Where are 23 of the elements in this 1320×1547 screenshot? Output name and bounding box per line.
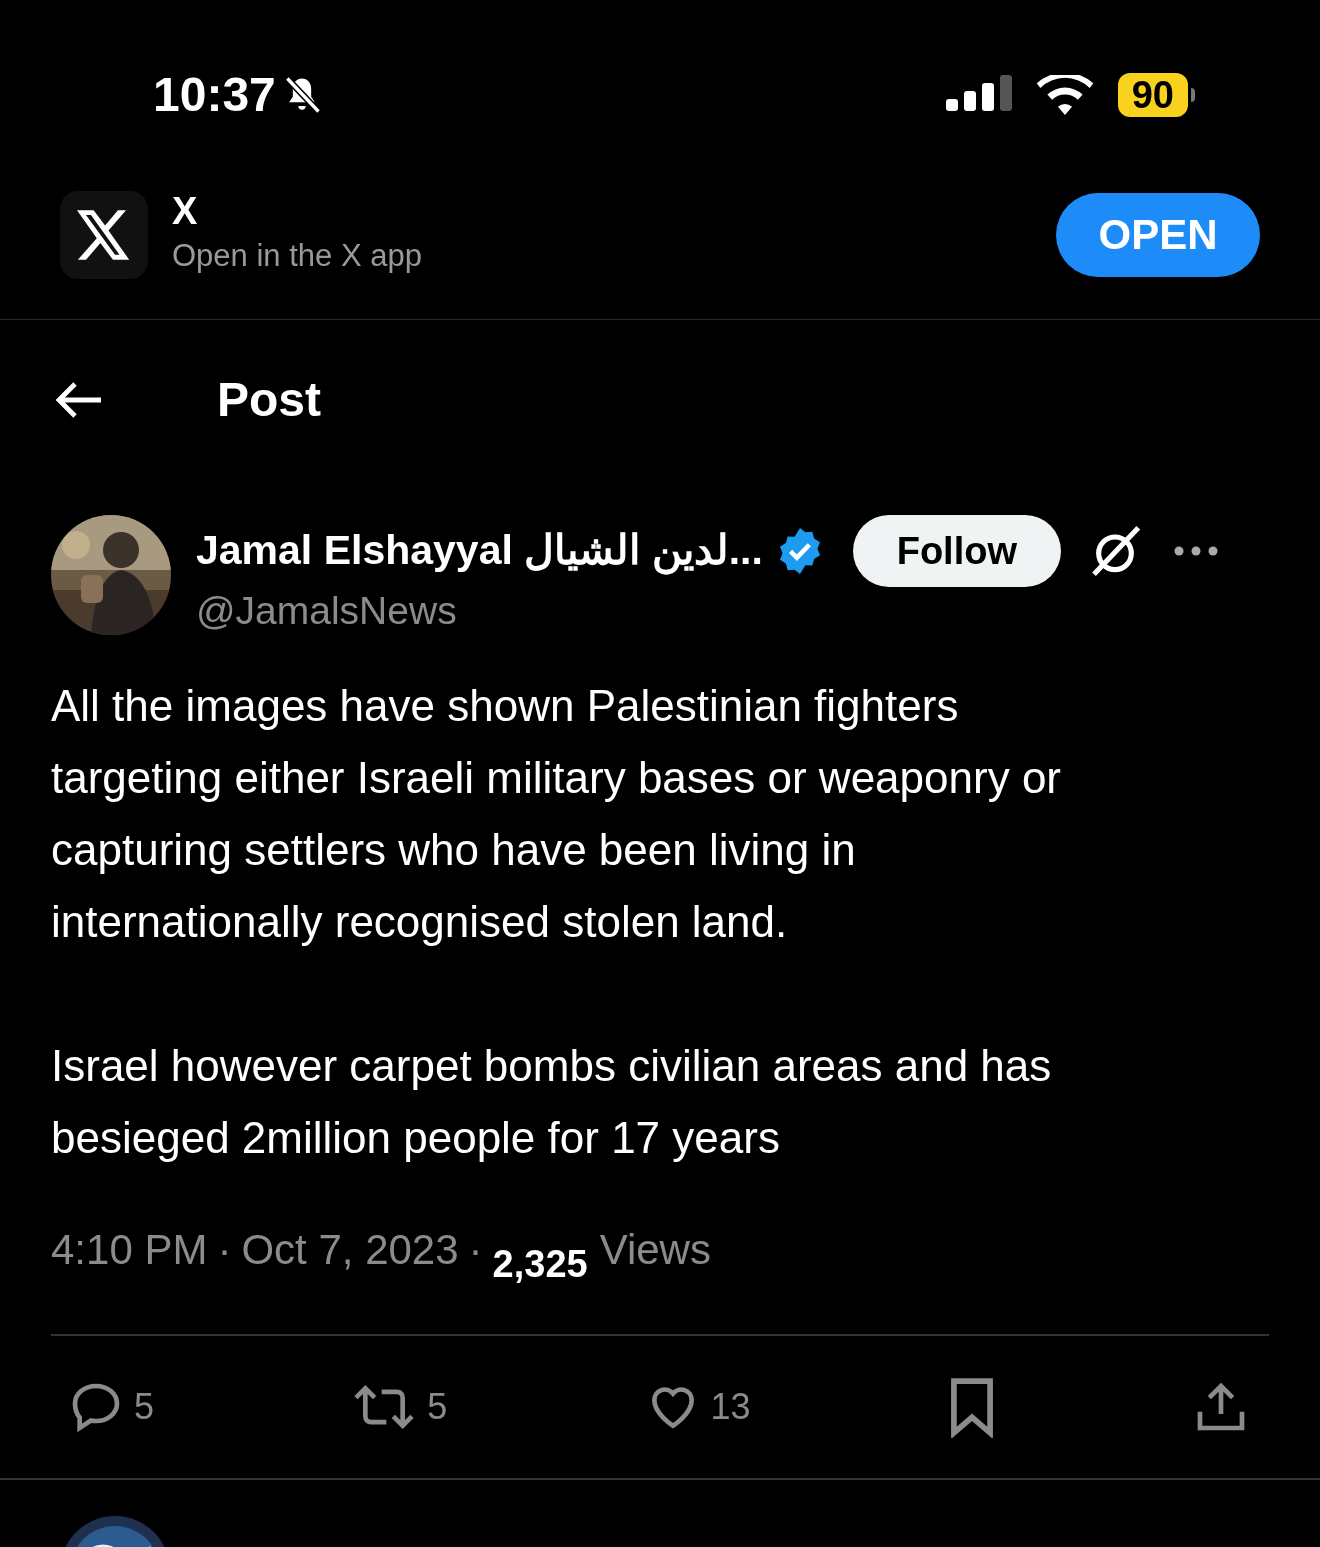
post-text: Israel however carpet bombs civilian areas and has besieged 2million people for 17 years: [51, 1040, 1053, 1164]
author-name[interactable]: Jamal Elshayyal لدين الشيال...: [196, 520, 763, 582]
action-count: 13: [710, 1385, 751, 1429]
action-count: 5: [427, 1385, 448, 1429]
more-options-icon[interactable]: [1172, 545, 1219, 557]
post-time: 4:10 PM: [51, 1224, 208, 1275]
app-logo-icon: [60, 190, 148, 279]
back-arrow-icon[interactable]: [55, 380, 103, 420]
app-subtitle: Open in the X app: [172, 237, 422, 276]
action-count: 5: [134, 1385, 155, 1429]
separator-dot: ·: [468, 1224, 483, 1275]
view-count: 2,325: [492, 1244, 588, 1284]
views-label: Views: [599, 1224, 711, 1275]
author-handle[interactable]: @JamalsNews: [196, 587, 1269, 635]
app-name: X: [172, 189, 199, 234]
follow-button[interactable]: Follow: [852, 515, 1061, 587]
post-text: All the images have shown Palestinian fighters targeting either Israeli military bases or weaponry or capturing settlers who have been living in internationally recognised stolen land.: [51, 680, 1062, 948]
clock-time: 10:37: [153, 67, 276, 123]
battery-level: 90: [1117, 73, 1188, 117]
post-date: Oct 7, 2023: [241, 1224, 459, 1275]
page-title: Post: [217, 372, 321, 428]
separator-dot: ·: [217, 1224, 232, 1275]
wifi-icon: [1035, 75, 1094, 115]
